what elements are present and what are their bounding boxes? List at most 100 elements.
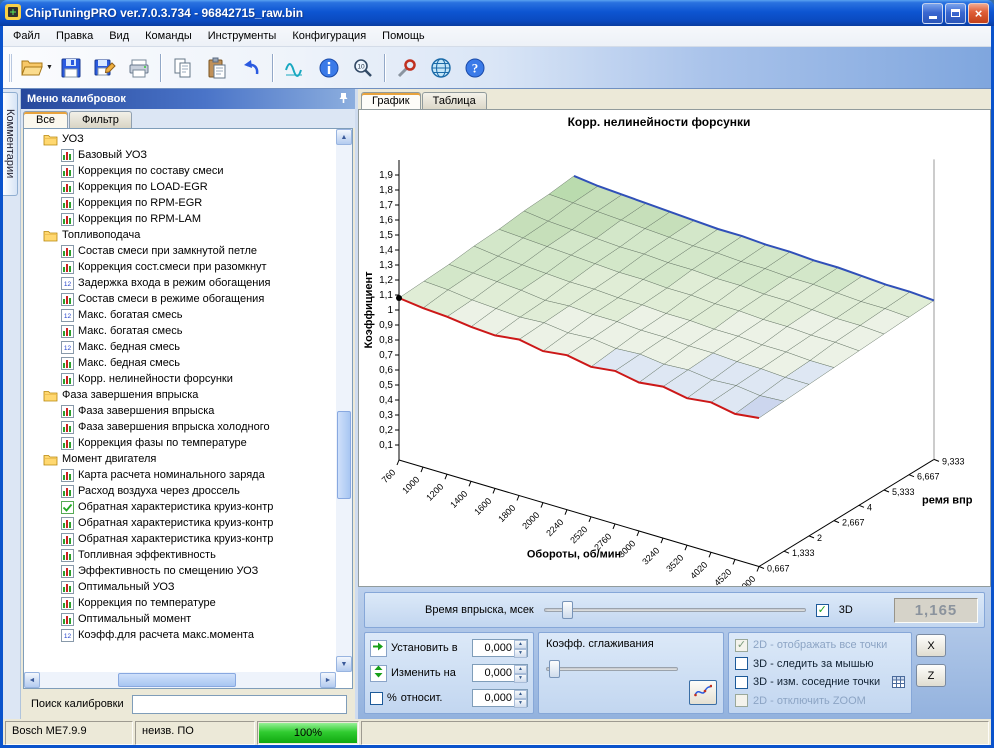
set-value-spinner[interactable]: 0,000▲▼ — [472, 639, 528, 657]
tree-item[interactable]: 12Задержка входа в режим обогащения — [25, 275, 335, 291]
tree-item[interactable]: Эффективность по смещению УОЗ — [25, 563, 335, 579]
surface-chart[interactable]: Корр. нелинейности форсунки0,10,20,30,40… — [359, 110, 990, 586]
spinner-value[interactable]: 0,000 — [473, 690, 514, 706]
spin-up-button[interactable]: ▲ — [514, 665, 527, 674]
info-button[interactable] — [313, 52, 345, 84]
percent-checkbox[interactable] — [370, 692, 383, 705]
tree-item[interactable]: Топливная эффективность — [25, 547, 335, 563]
menu-item[interactable]: Правка — [48, 27, 101, 45]
scroll-right-button[interactable]: ► — [320, 672, 336, 688]
menu-item[interactable]: Файл — [5, 27, 48, 45]
scroll-left-button[interactable]: ◄ — [24, 672, 40, 688]
scroll-thumb[interactable] — [337, 411, 351, 499]
tree-item[interactable]: Карта расчета номинального заряда — [25, 467, 335, 483]
tree-item[interactable]: УОЗ — [25, 131, 335, 147]
menu-item[interactable]: Конфигурация — [284, 27, 374, 45]
tree-vertical-scrollbar[interactable]: ▲ ▼ — [336, 129, 352, 672]
spin-down-button[interactable]: ▼ — [514, 674, 527, 683]
option-checkbox[interactable] — [735, 676, 748, 689]
tree-item[interactable]: Фаза завершения впрыска — [25, 387, 335, 403]
open-button[interactable]: ▼ — [20, 52, 53, 84]
comments-tab[interactable]: Комментарии — [3, 92, 18, 196]
z-axis-button[interactable]: Z — [916, 664, 946, 687]
change-value-spinner[interactable]: 0,000▲▼ — [472, 664, 528, 682]
display-option[interactable]: ✓2D - отображать все точки — [735, 637, 905, 654]
tree-item[interactable]: Макс. богатая смесь — [25, 323, 335, 339]
save-button[interactable] — [55, 52, 87, 84]
slider-thumb[interactable] — [549, 660, 560, 678]
internet-button[interactable] — [425, 52, 457, 84]
tree-item[interactable]: 12Коэфф.для расчета макс.момента — [25, 627, 335, 643]
tree-item[interactable]: Коррекция по RPM-LAM — [25, 211, 335, 227]
maximize-button[interactable] — [945, 3, 966, 24]
spin-up-button[interactable]: ▲ — [514, 690, 527, 699]
tree-item[interactable]: Топливоподача — [25, 227, 335, 243]
tree-item[interactable]: Обратная характеристика круиз-контр — [25, 515, 335, 531]
tree-item[interactable]: Коррекция по температуре — [25, 595, 335, 611]
tree-item[interactable]: Коррекция по RPM-EGR — [25, 195, 335, 211]
tree-item[interactable]: Фаза завершения впрыска холодного — [25, 419, 335, 435]
tree-item[interactable]: 12Макс. богатая смесь — [25, 307, 335, 323]
set-value-button[interactable] — [370, 640, 387, 657]
tree-horizontal-scrollbar[interactable]: ◄ ► — [24, 672, 336, 688]
tree-item[interactable]: Коррекция фазы по температуре — [25, 435, 335, 451]
tree-item[interactable]: Коррекция по составу смеси — [25, 163, 335, 179]
tree-item[interactable]: Состав смеси при замкнутой петле — [25, 243, 335, 259]
undo-button[interactable] — [235, 52, 267, 84]
grid-icon[interactable] — [892, 676, 905, 688]
option-checkbox[interactable]: ✓ — [735, 639, 748, 652]
scroll-thumb-h[interactable] — [118, 673, 236, 687]
change-value-button[interactable] — [370, 665, 387, 682]
save-as-button[interactable] — [89, 52, 121, 84]
injection-time-slider[interactable] — [544, 600, 806, 620]
menu-item[interactable]: Команды — [137, 27, 200, 45]
titlebar[interactable]: ChipTuningPRO ver.7.0.3.734 - 96842715_r… — [0, 0, 994, 26]
scroll-track[interactable] — [336, 145, 352, 656]
slider-thumb[interactable] — [562, 601, 573, 619]
tree-item[interactable]: Оптимальный УОЗ — [25, 579, 335, 595]
view-tab[interactable]: Таблица — [422, 92, 487, 109]
scroll-down-button[interactable]: ▼ — [336, 656, 352, 672]
spin-down-button[interactable]: ▼ — [514, 699, 527, 708]
scroll-track-h[interactable] — [40, 672, 320, 688]
spin-up-button[interactable]: ▲ — [514, 640, 527, 649]
tree-item[interactable]: Момент двигателя — [25, 451, 335, 467]
zoom-button[interactable]: 10 — [347, 52, 379, 84]
3d-checkbox[interactable]: ✓ — [816, 604, 829, 617]
tree-item[interactable]: Базовый УОЗ — [25, 147, 335, 163]
tree-item[interactable]: Макс. бедная смесь — [25, 355, 335, 371]
tree-item[interactable]: Оптимальный момент — [25, 611, 335, 627]
menu-item[interactable]: Помощь — [374, 27, 433, 45]
tree-item[interactable]: Корр. нелинейности форсунки — [25, 371, 335, 387]
calibration-search-input[interactable] — [132, 695, 347, 714]
copy-button[interactable] — [167, 52, 199, 84]
view-tab[interactable]: График — [361, 92, 421, 109]
tree-item[interactable]: Коррекция сост.смеси при разомкнут — [25, 259, 335, 275]
relative-spinner[interactable]: 0,000▲▼ — [472, 689, 528, 707]
tree-item[interactable]: Состав смеси в режиме обогащения — [25, 291, 335, 307]
spinner-value[interactable]: 0,000 — [473, 640, 514, 656]
display-option[interactable]: 3D - изм. соседние точки — [735, 674, 905, 691]
apply-smoothing-button[interactable] — [689, 680, 717, 705]
smoothing-slider[interactable] — [546, 659, 678, 679]
tree-item[interactable]: Коррекция по LOAD-EGR — [25, 179, 335, 195]
checksum-button[interactable] — [279, 52, 311, 84]
help-button[interactable]: ? — [459, 52, 491, 84]
print-button[interactable] — [123, 52, 155, 84]
tree-item[interactable]: Обратная характеристика круиз-контр — [25, 499, 335, 515]
x-axis-button[interactable]: X — [916, 634, 946, 657]
spin-down-button[interactable]: ▼ — [514, 649, 527, 658]
tuning-button[interactable] — [391, 52, 423, 84]
spinner-value[interactable]: 0,000 — [473, 665, 514, 681]
scroll-up-button[interactable]: ▲ — [336, 129, 352, 145]
menu-item[interactable]: Вид — [101, 27, 137, 45]
paste-button[interactable] — [201, 52, 233, 84]
display-option[interactable]: 3D - следить за мышью — [735, 655, 905, 672]
option-checkbox[interactable] — [735, 694, 748, 707]
minimize-button[interactable] — [922, 3, 943, 24]
tree-item[interactable]: Расход воздуха через дроссель — [25, 483, 335, 499]
chart-area[interactable]: Корр. нелинейности форсунки0,10,20,30,40… — [358, 109, 991, 587]
close-button[interactable]: × — [968, 3, 989, 24]
option-checkbox[interactable] — [735, 657, 748, 670]
pin-icon[interactable] — [338, 92, 349, 107]
